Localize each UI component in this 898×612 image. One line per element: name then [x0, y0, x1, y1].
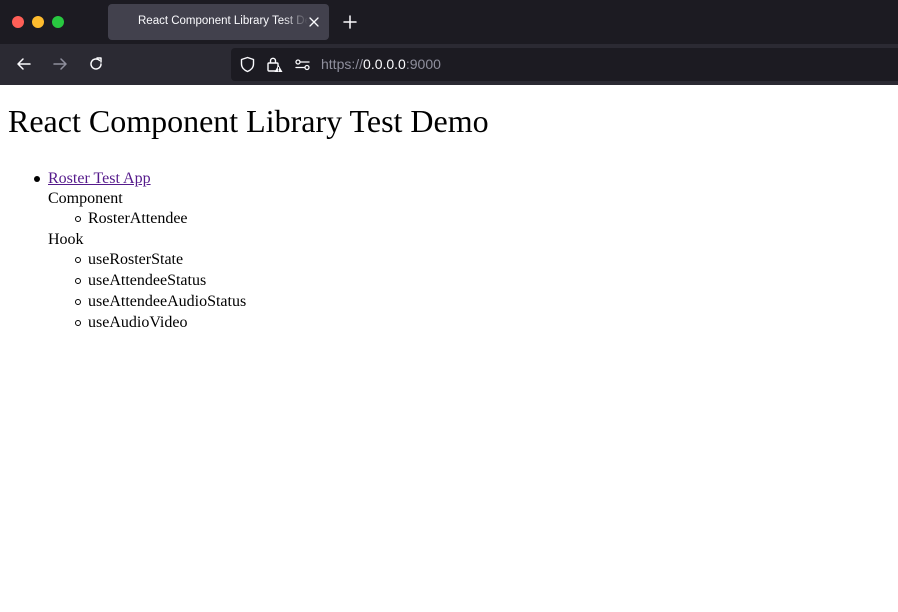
hook-section-label: Hook	[48, 231, 84, 248]
list-item: RosterAttendee	[75, 209, 246, 229]
forward-arrow-icon[interactable]	[52, 56, 68, 72]
back-arrow-icon[interactable]	[16, 56, 32, 72]
list-item: useAttendeeStatus	[75, 271, 246, 291]
url-host: 0.0.0.0	[363, 56, 406, 72]
list-item: useRosterState	[75, 250, 246, 270]
app-list-item: Roster Test App Component RosterAttendee…	[34, 169, 246, 333]
bullet-circle	[75, 216, 81, 222]
list-item: useAudioVideo	[75, 313, 246, 333]
hook-item-label: useRosterState	[88, 251, 184, 268]
minimize-window-icon[interactable]	[32, 16, 44, 28]
nav-bar: https://0.0.0.0:9000	[0, 44, 898, 85]
hook-item-label: useAttendeeAudioStatus	[88, 293, 247, 310]
tab-title: React Component Library Test Demo	[138, 15, 308, 27]
lock-warning-icon[interactable]	[266, 56, 283, 73]
bullet-disc	[34, 176, 40, 182]
component-item-label: RosterAttendee	[88, 210, 188, 227]
close-window-icon[interactable]	[12, 16, 24, 28]
tab-bar: React Component Library Test Demo	[0, 0, 898, 44]
page-content: React Component Library Test Demo Roster…	[0, 85, 898, 612]
bullet-circle	[75, 320, 81, 326]
page-title: React Component Library Test Demo	[8, 103, 489, 139]
roster-test-app-link[interactable]: Roster Test App	[48, 170, 151, 187]
bullet-circle	[75, 257, 81, 263]
url-bar[interactable]: https://0.0.0.0:9000	[231, 48, 898, 81]
reload-icon[interactable]	[88, 56, 104, 72]
component-section-label: Component	[48, 190, 123, 207]
tab-active[interactable]: React Component Library Test Demo	[108, 4, 329, 40]
new-tab-icon[interactable]	[343, 15, 357, 29]
shield-icon[interactable]	[239, 56, 256, 73]
url-text[interactable]: https://0.0.0.0:9000	[321, 56, 441, 72]
close-tab-icon[interactable]	[307, 15, 321, 29]
permissions-icon[interactable]	[294, 56, 311, 73]
browser-window: React Component Library Test Demo	[0, 0, 898, 612]
url-port: :9000	[405, 56, 441, 72]
component-list: RosterAttendee	[48, 209, 246, 229]
hook-item-label: useAttendeeStatus	[88, 272, 207, 289]
hook-list: useRosterState useAttendeeStatus useAtte…	[48, 250, 246, 333]
bullet-circle	[75, 278, 81, 284]
hook-item-label: useAudioVideo	[88, 314, 188, 331]
bullet-circle	[75, 299, 81, 305]
zoom-window-icon[interactable]	[52, 16, 64, 28]
url-scheme: https://	[321, 56, 364, 72]
list-item: useAttendeeAudioStatus	[75, 292, 247, 312]
app-list: Roster Test App Component RosterAttendee…	[34, 169, 246, 334]
